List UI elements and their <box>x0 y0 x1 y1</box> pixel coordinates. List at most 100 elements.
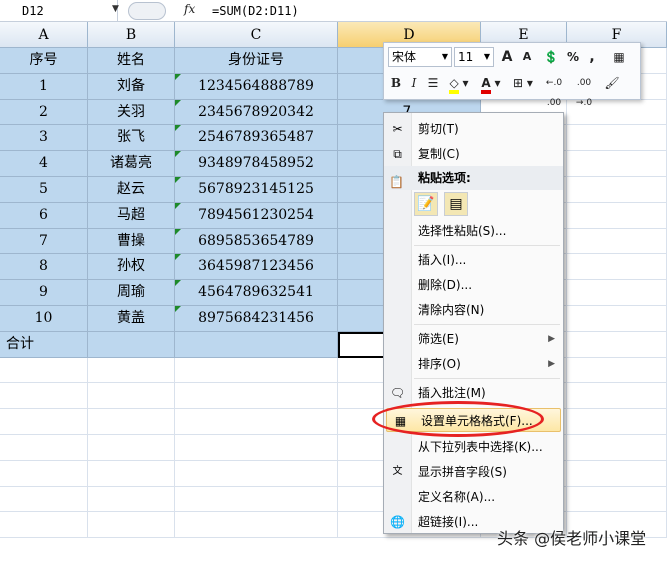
table-cell[interactable] <box>175 331 338 358</box>
empty-cell[interactable] <box>175 409 338 435</box>
empty-cell[interactable] <box>0 435 88 461</box>
empty-cell[interactable] <box>567 202 667 229</box>
table-cell[interactable]: 9348978458952 <box>175 151 338 177</box>
menu-item-pick-from-list[interactable]: 从下拉列表中选择(K)... <box>384 435 563 459</box>
menu-item-filter[interactable]: 筛选(E) ▶ <box>384 327 563 351</box>
table-header-cell[interactable]: 身份证号 <box>175 48 338 74</box>
empty-cell[interactable] <box>175 486 338 513</box>
table-cell[interactable]: 6895853654789 <box>175 228 338 255</box>
menu-item-define-name[interactable]: 定义名称(A)... <box>384 485 563 509</box>
bold-button[interactable]: B <box>388 73 404 93</box>
table-cell[interactable]: 5678923145125 <box>175 177 338 203</box>
table-cell[interactable]: 3645987123456 <box>175 254 338 281</box>
empty-cell[interactable] <box>0 357 88 384</box>
empty-cell[interactable] <box>567 151 667 177</box>
table-cell[interactable]: 2345678920342 <box>175 99 338 126</box>
empty-cell[interactable] <box>567 486 667 513</box>
table-cell[interactable]: 1234564888789 <box>175 73 338 100</box>
empty-cell[interactable] <box>567 357 667 384</box>
table-cell[interactable]: 6 <box>0 202 88 229</box>
menu-item-paste-special[interactable]: 选择性粘贴(S)... <box>384 219 563 243</box>
empty-cell[interactable] <box>175 460 338 487</box>
empty-cell[interactable] <box>567 331 667 358</box>
italic-button[interactable]: I <box>406 73 422 93</box>
empty-cell[interactable] <box>567 409 667 435</box>
empty-cell[interactable] <box>567 383 667 410</box>
table-cell[interactable]: 9 <box>0 280 88 306</box>
empty-cell[interactable] <box>88 460 175 487</box>
table-cell[interactable]: 4 <box>0 151 88 177</box>
menu-item-phonetic[interactable]: 文显示拼音字段(S) <box>384 460 563 484</box>
table-cell[interactable]: 2 <box>0 99 88 126</box>
empty-cell[interactable] <box>0 409 88 435</box>
table-cell[interactable]: 3 <box>0 125 88 152</box>
table-cell[interactable]: 7894561230254 <box>175 202 338 229</box>
table-cell[interactable]: 10 <box>0 306 88 332</box>
name-box[interactable]: D12 <box>0 0 118 22</box>
menu-item-insert[interactable]: 插入(I)... <box>384 248 563 272</box>
menu-item-copy[interactable]: ⧉ 复制(C) <box>384 142 563 166</box>
empty-cell[interactable] <box>88 512 175 539</box>
table-cell[interactable]: 5 <box>0 177 88 203</box>
empty-cell[interactable] <box>88 409 175 435</box>
empty-cell[interactable] <box>567 280 667 306</box>
formula-input[interactable]: =SUM(D2:D11) <box>212 0 299 22</box>
empty-cell[interactable] <box>567 306 667 332</box>
empty-cell[interactable] <box>567 460 667 487</box>
table-cell[interactable]: 周瑜 <box>88 280 175 306</box>
menu-item-cut[interactable]: ✂ 剪切(T) <box>384 117 563 141</box>
borders-icon[interactable]: ⊞ ▾ <box>510 73 536 93</box>
grow-font-button[interactable]: A <box>498 47 516 67</box>
empty-cell[interactable] <box>175 512 338 539</box>
menu-item-sort[interactable]: 排序(O) ▶ <box>384 352 563 376</box>
empty-cell[interactable] <box>175 357 338 384</box>
shrink-font-button[interactable]: A <box>518 47 536 67</box>
paste-icon[interactable]: 📝 <box>414 192 438 216</box>
formula-bar-splitter[interactable] <box>128 2 166 20</box>
table-header-cell[interactable]: 序号 <box>0 48 88 74</box>
empty-cell[interactable] <box>0 512 88 539</box>
paste-values-icon[interactable]: ▤ <box>444 192 468 216</box>
table-cell[interactable]: 张飞 <box>88 125 175 152</box>
table-cell[interactable]: 2546789365487 <box>175 125 338 152</box>
menu-item-delete[interactable]: 删除(D)... <box>384 273 563 297</box>
column-header-c[interactable]: C <box>175 22 338 48</box>
fill-color-icon[interactable]: ◇ ▾ <box>444 73 474 94</box>
empty-cell[interactable] <box>0 486 88 513</box>
empty-cell[interactable] <box>0 383 88 410</box>
table-header-cell[interactable]: 姓名 <box>88 48 175 74</box>
format-table-icon[interactable]: ▦ <box>604 47 634 67</box>
table-cell[interactable]: 赵云 <box>88 177 175 203</box>
table-cell[interactable]: 1 <box>0 73 88 100</box>
table-cell[interactable]: 关羽 <box>88 99 175 126</box>
empty-cell[interactable] <box>88 486 175 513</box>
menu-item-clear[interactable]: 清除内容(N) <box>384 298 563 322</box>
table-cell[interactable]: 孙权 <box>88 254 175 281</box>
empty-cell[interactable] <box>567 125 667 152</box>
column-header-b[interactable]: B <box>88 22 175 48</box>
empty-cell[interactable] <box>567 177 667 203</box>
decrease-decimal-button[interactable]: .00 →.0 <box>570 73 598 108</box>
center-align-icon[interactable]: ☰ <box>424 73 442 93</box>
table-cell[interactable]: 曹操 <box>88 228 175 255</box>
comma-button[interactable]: , <box>584 47 600 67</box>
empty-cell[interactable] <box>567 435 667 461</box>
table-cell[interactable]: 8 <box>0 254 88 281</box>
table-cell[interactable]: 黄盖 <box>88 306 175 332</box>
increase-decimal-button[interactable]: ←.0 .00 <box>540 73 568 108</box>
font-name-select[interactable]: 宋体 ▼ <box>388 47 452 67</box>
percent-button[interactable]: % <box>564 47 582 67</box>
format-painter-icon[interactable]: 🖌 <box>602 73 622 93</box>
table-cell[interactable]: 马超 <box>88 202 175 229</box>
empty-cell[interactable] <box>175 383 338 410</box>
table-cell[interactable]: 8975684231456 <box>175 306 338 332</box>
empty-cell[interactable] <box>88 435 175 461</box>
empty-cell[interactable] <box>175 435 338 461</box>
total-label-cell[interactable]: 合计 <box>0 331 88 358</box>
table-cell[interactable]: 7 <box>0 228 88 255</box>
empty-cell[interactable] <box>88 383 175 410</box>
name-box-dropdown-icon[interactable]: ▼ <box>112 4 119 14</box>
insert-function-icon[interactable]: fx <box>184 2 195 16</box>
font-color-icon[interactable]: A ▾ <box>476 73 506 94</box>
table-cell[interactable] <box>88 331 175 358</box>
